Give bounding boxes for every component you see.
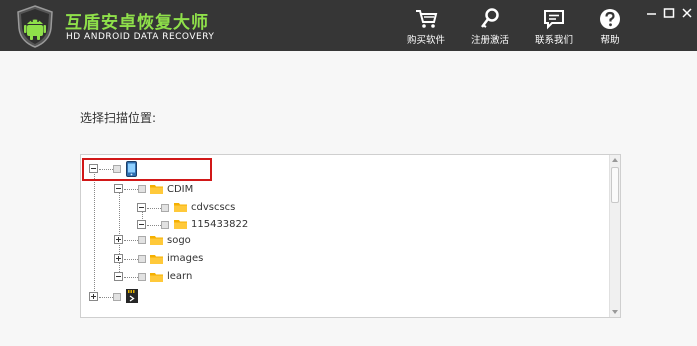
maximize-icon[interactable] [662, 6, 676, 20]
checkbox[interactable] [138, 273, 146, 281]
scroll-up-icon[interactable] [610, 155, 620, 165]
app-title: 互盾安卓恢复大师 [65, 13, 209, 33]
expand-toggle[interactable] [114, 254, 123, 263]
contact-us-button[interactable]: 联系我们 [524, 0, 584, 51]
folder-icon [174, 203, 187, 212]
selection-highlight [82, 158, 212, 181]
scrollbar-thumb[interactable] [611, 167, 619, 203]
help-button[interactable]: 帮助 [580, 0, 640, 51]
tree-connector [124, 240, 138, 241]
cart-icon [416, 10, 438, 28]
buy-software-label: 购买软件 [406, 35, 445, 46]
expand-toggle[interactable] [114, 272, 123, 281]
buy-software-button[interactable]: 购买软件 [396, 0, 456, 51]
expand-toggle[interactable] [89, 292, 98, 301]
tree-connector [147, 225, 161, 226]
help-label: 帮助 [600, 35, 620, 46]
minimize-icon[interactable] [645, 6, 659, 20]
register-button[interactable]: 注册激活 [460, 0, 520, 51]
contact-us-label: 联系我们 [534, 35, 573, 46]
expand-toggle[interactable] [137, 203, 146, 212]
expand-toggle[interactable] [114, 184, 123, 193]
expand-toggle[interactable] [137, 220, 146, 229]
app-subtitle: HD ANDROID DATA RECOVERY [66, 32, 215, 42]
chat-icon [544, 10, 564, 30]
tree-node-label[interactable]: images [167, 253, 203, 264]
register-label: 注册激活 [470, 35, 509, 46]
tree-connector [124, 189, 138, 190]
close-icon[interactable] [680, 6, 694, 20]
tree-connector [94, 174, 95, 297]
folder-icon [150, 185, 163, 194]
tree-connector [124, 259, 138, 260]
tree-connector [124, 277, 138, 278]
sd-card-icon [126, 289, 138, 303]
expand-toggle[interactable] [114, 235, 123, 244]
scan-location-label: 选择扫描位置: [80, 111, 157, 125]
tree-node-label[interactable]: sogo [167, 235, 191, 246]
title-bar: 互盾安卓恢复大师 HD ANDROID DATA RECOVERY 购买软件 注… [0, 0, 697, 51]
checkbox[interactable] [138, 236, 146, 244]
tree-node-label[interactable]: 115433822 [191, 219, 248, 230]
checkbox[interactable] [161, 221, 169, 229]
checkbox[interactable] [138, 255, 146, 263]
folder-icon [174, 220, 187, 229]
folder-icon [150, 236, 163, 245]
checkbox[interactable] [138, 185, 146, 193]
checkbox[interactable] [113, 293, 121, 301]
android-shield-icon [17, 5, 53, 48]
tree-node-label[interactable]: learn [167, 271, 192, 282]
folder-icon [150, 255, 163, 264]
tree-connector [147, 208, 161, 209]
tree-connector [99, 297, 113, 298]
tree-node-label[interactable]: CDIM [167, 184, 193, 195]
scroll-down-icon[interactable] [610, 307, 620, 317]
checkbox[interactable] [161, 204, 169, 212]
folder-icon [150, 273, 163, 282]
tree-node-label[interactable]: cdvscscs [191, 202, 235, 213]
vertical-scrollbar[interactable] [609, 155, 620, 317]
question-icon [600, 9, 620, 29]
key-icon [481, 8, 499, 28]
